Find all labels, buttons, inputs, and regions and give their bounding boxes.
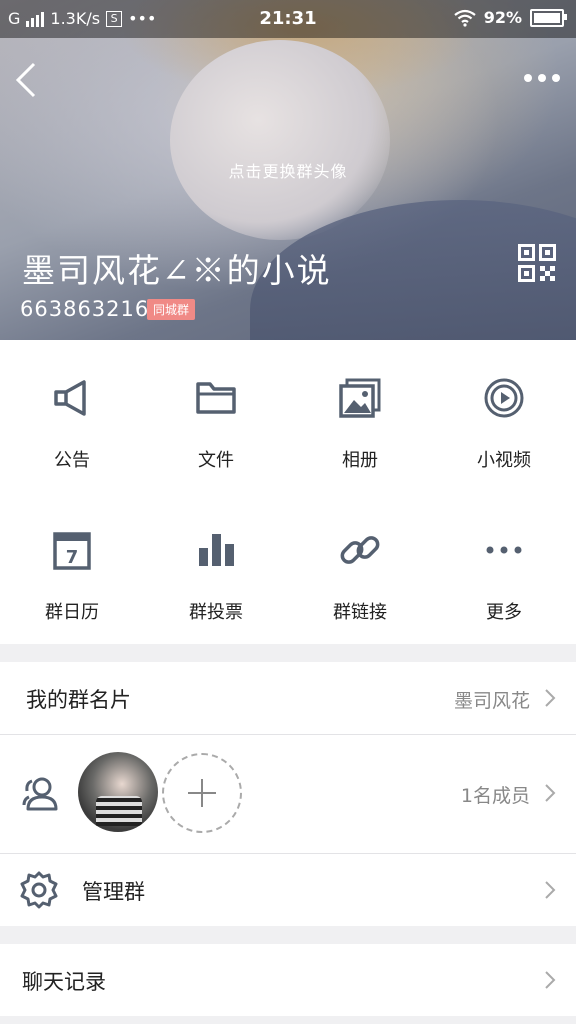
chevron-right-icon	[545, 689, 556, 707]
wifi-icon	[454, 9, 476, 27]
video-icon	[484, 378, 524, 418]
feature-label: 相册	[342, 450, 378, 471]
members-icon	[22, 777, 58, 811]
chat-history-title: 聊天记录	[22, 970, 106, 994]
feature-label: 群投票	[189, 602, 243, 623]
feature-label: 群链接	[333, 602, 387, 623]
header-photo-face	[170, 40, 390, 240]
city-group-badge: 同城群	[147, 299, 196, 320]
plus-icon	[188, 779, 216, 807]
feature-more[interactable]: 更多	[432, 492, 576, 644]
feature-label: 公告	[54, 450, 90, 471]
feature-label: 文件	[198, 450, 234, 471]
chevron-right-icon	[545, 971, 556, 989]
add-member-button[interactable]	[162, 753, 242, 833]
chat-history-row[interactable]: 聊天记录	[0, 944, 576, 1016]
my-group-card-value: 墨司风花	[453, 690, 530, 712]
feature-label: 更多	[486, 602, 522, 623]
feature-group-poll[interactable]: 群投票	[144, 492, 288, 644]
my-group-card-row[interactable]: 我的群名片 墨司风花	[0, 662, 576, 734]
group-header[interactable]: G 1.3K/s S ••• 21:31 92% 点击更换群头像 墨司风花∠※的…	[0, 0, 576, 340]
change-avatar-hint[interactable]: 点击更换群头像	[0, 158, 576, 182]
more-icon	[486, 546, 522, 554]
member-avatar[interactable]	[78, 752, 158, 832]
qr-code-icon[interactable]	[518, 244, 556, 282]
link-icon	[340, 536, 380, 564]
more-options-icon[interactable]	[522, 70, 562, 86]
member-count: 1名成员	[460, 785, 530, 807]
poll-icon	[199, 534, 234, 566]
megaphone-icon	[54, 380, 86, 416]
back-arrow-icon[interactable]	[10, 58, 42, 102]
battery-percent: 92%	[483, 8, 522, 27]
chevron-right-icon	[545, 784, 556, 802]
my-group-card-title: 我的群名片	[26, 688, 131, 712]
feature-short-video[interactable]: 小视频	[432, 340, 576, 492]
album-icon	[339, 378, 381, 418]
battery-icon	[530, 8, 567, 27]
chevron-right-icon	[545, 881, 556, 899]
feature-group-calendar[interactable]: 7 群日历	[0, 492, 144, 644]
manage-group-row[interactable]: 管理群	[0, 854, 576, 926]
group-name: 墨司风花∠※的小说	[22, 251, 332, 290]
feature-label: 群日历	[45, 602, 99, 623]
feature-label: 小视频	[477, 450, 531, 471]
feature-announcement[interactable]: 公告	[0, 340, 144, 492]
feature-album[interactable]: 相册	[288, 340, 432, 492]
calendar-icon: 7	[53, 532, 91, 570]
status-bar: G 1.3K/s S ••• 21:31 92%	[0, 0, 576, 38]
gear-icon	[20, 871, 58, 909]
calendar-day: 7	[66, 547, 79, 568]
group-id: 663863216	[20, 297, 150, 321]
feature-group-link[interactable]: 群链接	[288, 492, 432, 644]
folder-icon	[196, 382, 236, 414]
feature-grid: 公告 文件 相册 小视频 7 群日历 群投票 群链接 更多	[0, 340, 576, 644]
manage-group-title: 管理群	[82, 880, 145, 904]
feature-files[interactable]: 文件	[144, 340, 288, 492]
